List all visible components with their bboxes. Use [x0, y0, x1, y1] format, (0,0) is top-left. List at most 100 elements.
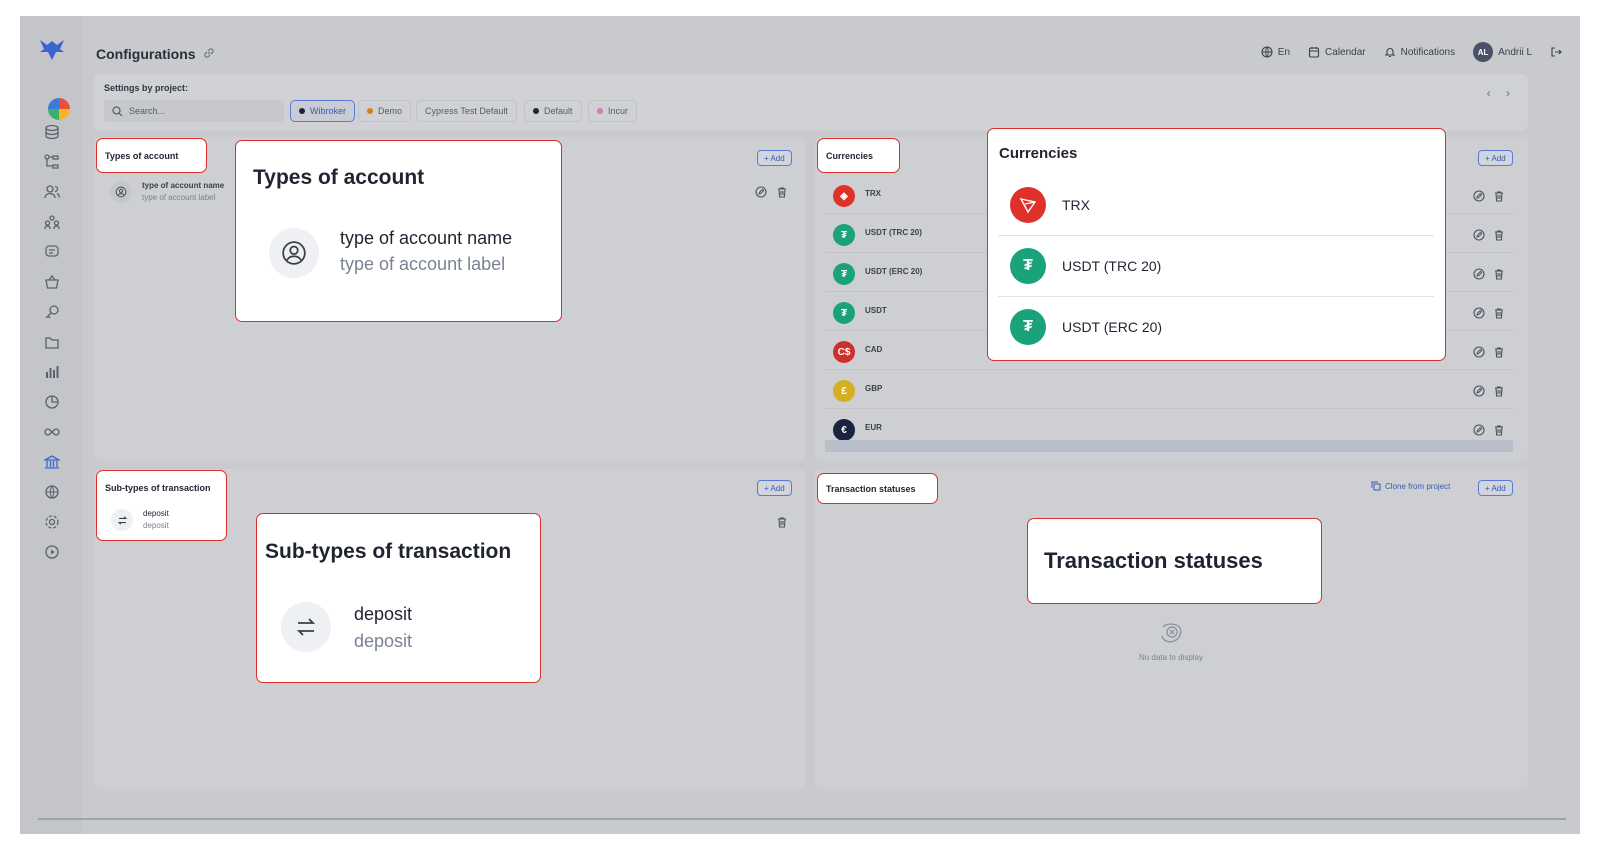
add-currency-button[interactable]: + Add [1478, 150, 1513, 166]
currency-icon: ◈ [833, 185, 855, 207]
avatar: AL [1473, 42, 1494, 62]
chip-label: Demo [378, 106, 403, 116]
currency-name: TRX [865, 189, 881, 198]
edit-icon[interactable] [1473, 306, 1485, 319]
clone-from-project-button[interactable]: Clone from project [1371, 481, 1450, 491]
currency-name: USDT (TRC 20) [1062, 258, 1162, 274]
transaction-statuses-callout: Transaction statuses [1027, 518, 1322, 604]
callout-title: Types of account [253, 166, 425, 189]
globe-icon[interactable] [42, 482, 62, 502]
project-color-icon[interactable] [48, 98, 70, 120]
notifications-button[interactable]: Notifications [1384, 46, 1455, 58]
account-type-name: type of account name [340, 228, 513, 248]
add-sub-type-button[interactable]: + Add [757, 480, 792, 496]
logout-button[interactable] [1550, 46, 1562, 58]
project-chip-demo[interactable]: Demo [358, 100, 412, 122]
infinity-icon[interactable] [42, 422, 62, 442]
settings-label: Settings by project: [104, 83, 189, 93]
callout-title: Sub-types of transaction [265, 540, 512, 563]
horizontal-scrollbar[interactable] [38, 818, 1566, 820]
currency-name: USDT (TRC 20) [865, 228, 922, 237]
currency-name: USDT (ERC 20) [865, 267, 923, 276]
add-status-button[interactable]: + Add [1478, 480, 1513, 496]
bank-icon[interactable] [42, 452, 62, 472]
project-chip-incur[interactable]: Incur [588, 100, 638, 122]
edit-icon[interactable] [1473, 423, 1485, 436]
chip-dot [533, 108, 539, 114]
currencies-callout: Currencies TRX ₮ USDT (TRC 20) ₮ USDT (E… [987, 128, 1446, 361]
sidebar [20, 16, 82, 834]
team-icon[interactable] [42, 212, 62, 232]
currency-name: USDT (ERC 20) [1062, 319, 1163, 335]
edit-icon[interactable] [1473, 384, 1485, 397]
users-icon[interactable] [42, 182, 62, 202]
database-icon[interactable] [42, 122, 62, 142]
account-type-name: type of account name [142, 181, 225, 190]
sub-type-name: deposit [143, 509, 169, 518]
bell-icon [1384, 48, 1395, 58]
hierarchy-icon[interactable] [42, 152, 62, 172]
card-title: Types of account [105, 150, 179, 161]
trx-icon [1010, 187, 1046, 223]
edit-icon[interactable] [1473, 267, 1485, 280]
card-title: Sub-types of transaction [105, 483, 211, 493]
user-menu[interactable]: AL Andrii L [1473, 42, 1532, 62]
chip-dot [299, 108, 305, 114]
exchange-icon [111, 509, 133, 531]
logout-icon [1551, 47, 1562, 57]
currency-name: USDT [865, 306, 887, 315]
card-title: Transaction statuses [826, 483, 916, 494]
currency-name: CAD [865, 345, 883, 354]
trash-icon[interactable] [776, 185, 788, 198]
link-icon[interactable] [202, 46, 216, 60]
empty-state-text: No data to display [1138, 653, 1204, 662]
key-icon[interactable] [42, 302, 62, 322]
trash-icon[interactable] [1493, 189, 1505, 202]
chip-label: Wibroker [310, 106, 347, 116]
settings-icon[interactable] [42, 512, 62, 532]
chart-icon[interactable] [42, 362, 62, 382]
sub-types-tag: Sub-types of transaction deposit deposit [96, 470, 227, 541]
basket-icon[interactable] [42, 272, 62, 292]
tether-icon: ₮ [1010, 248, 1046, 284]
logo-icon[interactable] [38, 38, 66, 62]
add-account-type-button[interactable]: + Add [757, 150, 792, 166]
chip-label: Incur [608, 106, 629, 116]
currency-icon: € [833, 419, 855, 441]
edit-icon[interactable] [1473, 228, 1485, 241]
trash-icon[interactable] [1493, 423, 1505, 436]
search-input[interactable]: Search... [104, 100, 284, 122]
trash-icon[interactable] [1493, 306, 1505, 319]
sub-type-name: deposit [354, 604, 413, 624]
currency-row-usdt-trc20: ₮ USDT (TRC 20) [998, 236, 1434, 297]
calendar-label: Calendar [1325, 46, 1366, 58]
trash-icon[interactable] [1493, 345, 1505, 358]
trash-icon[interactable] [1493, 384, 1505, 397]
currency-row-usdt-erc20: ₮ USDT (ERC 20) [998, 297, 1434, 358]
currency-name: TRX [1062, 197, 1090, 213]
transaction-statuses-tag: Transaction statuses [817, 473, 938, 504]
language-selector[interactable]: En [1261, 46, 1290, 58]
chat-icon[interactable] [42, 242, 62, 262]
project-chip-cypress[interactable]: Cypress Test Default [416, 100, 517, 122]
trash-icon[interactable] [1493, 228, 1505, 241]
edit-icon[interactable] [755, 185, 767, 198]
sub-type-label: deposit [354, 631, 413, 651]
play-icon[interactable] [42, 542, 62, 562]
types-of-account-tag: Types of account [96, 138, 207, 173]
pager-arrows[interactable]: ‹ › [1487, 86, 1516, 100]
folder-icon[interactable] [42, 332, 62, 352]
edit-icon[interactable] [1473, 345, 1485, 358]
trash-icon[interactable] [1493, 267, 1505, 280]
calendar-button[interactable]: Calendar [1308, 46, 1366, 58]
user-circle-icon [110, 181, 132, 203]
currency-icon: ₮ [833, 224, 855, 246]
analytics-icon[interactable] [42, 392, 62, 412]
project-chip-wibroker[interactable]: Wibroker [290, 100, 356, 122]
user-name: Andrii L [1498, 46, 1532, 58]
account-type-label: type of account label [142, 193, 216, 202]
trash-icon[interactable] [776, 515, 788, 528]
project-chip-default[interactable]: Default [524, 100, 582, 122]
tether-icon: ₮ [1010, 309, 1046, 345]
edit-icon[interactable] [1473, 189, 1485, 202]
